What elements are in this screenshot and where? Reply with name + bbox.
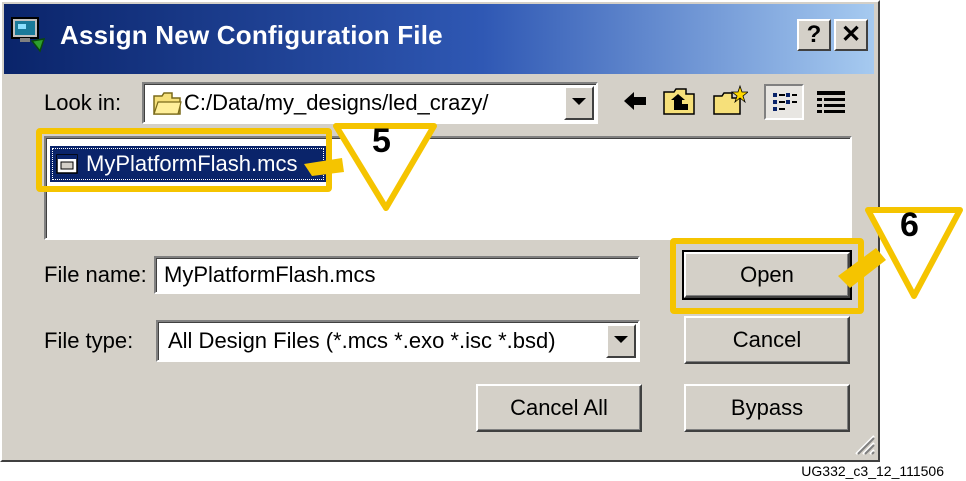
app-icon bbox=[11, 17, 46, 53]
resize-grip-icon[interactable] bbox=[850, 430, 876, 456]
chevron-down-icon bbox=[614, 336, 628, 343]
look-in-select[interactable]: C:/Data/my_designs/led_crazy/ bbox=[142, 82, 598, 124]
file-name-value: MyPlatformFlash.mcs bbox=[164, 262, 376, 287]
file-name-label: File name: bbox=[44, 262, 147, 287]
help-button[interactable]: ? bbox=[797, 19, 831, 51]
callout-highlight-5 bbox=[36, 128, 332, 192]
folder-icon bbox=[153, 92, 182, 115]
up-folder-icon[interactable] bbox=[662, 86, 696, 116]
details-view-icon[interactable] bbox=[816, 90, 846, 114]
cancel-button[interactable]: Cancel bbox=[684, 316, 850, 364]
chevron-down-icon bbox=[572, 98, 586, 105]
file-type-label: File type: bbox=[44, 328, 134, 353]
back-arrow-icon[interactable] bbox=[620, 88, 650, 114]
look-in-label: Look in: bbox=[44, 90, 122, 115]
look-in-value: C:/Data/my_designs/led_crazy/ bbox=[184, 90, 489, 115]
close-button[interactable]: ✕ bbox=[834, 19, 868, 51]
callout-number-5: 5 bbox=[372, 122, 391, 160]
cancel-all-button[interactable]: Cancel All bbox=[476, 384, 642, 432]
list-view-button[interactable] bbox=[764, 84, 804, 120]
list-view-icon bbox=[773, 93, 797, 111]
new-folder-icon[interactable] bbox=[712, 84, 748, 116]
callout-highlight-6 bbox=[670, 238, 864, 314]
file-type-select[interactable]: All Design Files (*.mcs *.exo *.isc *.bs… bbox=[156, 320, 640, 362]
bypass-button[interactable]: Bypass bbox=[684, 384, 850, 432]
file-type-dropdown-button[interactable] bbox=[606, 324, 636, 358]
callout-number-6: 6 bbox=[900, 206, 919, 244]
look-in-dropdown-button[interactable] bbox=[564, 86, 594, 120]
window-title: Assign New Configuration File bbox=[60, 20, 443, 50]
file-name-input[interactable]: MyPlatformFlash.mcs bbox=[154, 256, 640, 294]
figure-id: UG332_c3_12_111506 bbox=[801, 463, 944, 479]
file-type-value: All Design Files (*.mcs *.exo *.isc *.bs… bbox=[168, 328, 556, 353]
